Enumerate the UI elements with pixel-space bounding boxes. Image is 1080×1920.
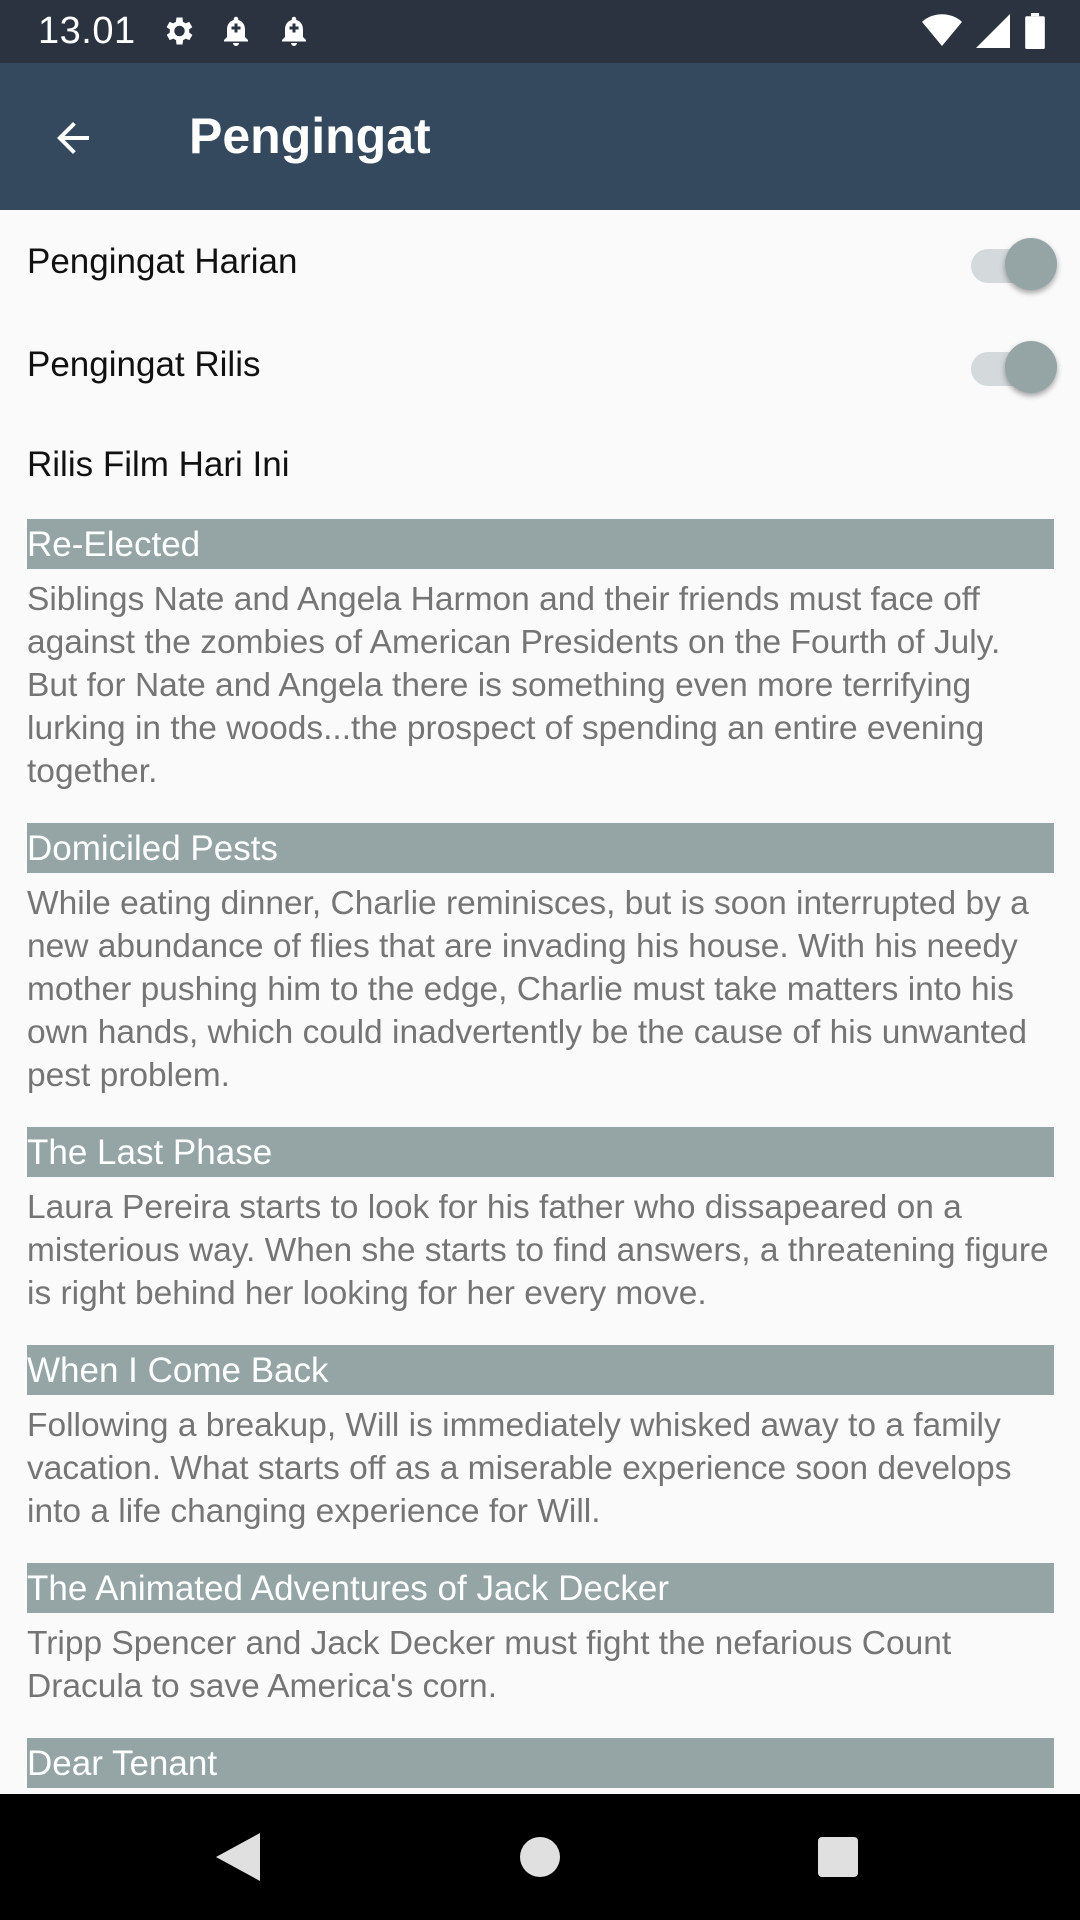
notification-bell-icon (282, 16, 306, 46)
movie-title: Domiciled Pests (27, 823, 1054, 873)
movie-overview: Tripp Spencer and Jack Decker must fight… (27, 1625, 952, 1705)
nav-back-button[interactable] (208, 1827, 268, 1887)
switch-thumb (1005, 238, 1057, 290)
daily-reminder-switch[interactable] (967, 232, 1057, 292)
status-notification-icons (160, 13, 312, 49)
signal-icon (976, 14, 1010, 48)
movie-title: Re-Elected (27, 519, 1054, 569)
section-heading: Rilis Film Hari Ini (27, 445, 290, 484)
release-reminder-label: Pengingat Rilis (27, 345, 261, 384)
movie-title: Dear Tenant (27, 1738, 1054, 1788)
list-item[interactable]: When I Come Back Following a breakup, Wi… (27, 1345, 1054, 1533)
movie-title: When I Come Back (27, 1345, 1054, 1395)
battery-icon (1025, 13, 1045, 49)
list-item[interactable]: Domiciled Pests While eating dinner, Cha… (27, 823, 1054, 1097)
switch-thumb (1005, 341, 1057, 393)
daily-reminder-label: Pengingat Harian (27, 242, 298, 281)
app-bar: Pengingat (0, 63, 1080, 210)
movie-overview: Laura Pereira starts to look for his fat… (27, 1189, 1049, 1312)
recents-square-icon (818, 1837, 858, 1877)
daily-reminder-row: Pengingat Harian (27, 222, 1057, 302)
movie-title: The Animated Adventures of Jack Decker (27, 1563, 1054, 1613)
status-system-icons (922, 13, 1046, 49)
movie-overview: While eating dinner, Charlie reminisces,… (27, 885, 1029, 1094)
gear-icon (166, 17, 193, 45)
notification-bell-icon (224, 16, 248, 46)
settings-content[interactable]: Pengingat Harian Pengingat Rilis Rilis F… (0, 210, 1080, 1794)
status-bar: 13.01 (0, 0, 1080, 63)
release-reminder-row: Pengingat Rilis (27, 325, 1057, 405)
release-reminder-switch[interactable] (967, 335, 1057, 395)
page-title: Pengingat (189, 108, 431, 164)
wifi-icon (922, 14, 962, 47)
movie-overview: Siblings Nate and Angela Harmon and thei… (27, 581, 1001, 790)
home-circle-icon (520, 1837, 560, 1877)
status-time: 13.01 (38, 10, 136, 52)
movie-list: Re-Elected Siblings Nate and Angela Harm… (27, 519, 1054, 1794)
nav-recents-button[interactable] (808, 1827, 868, 1887)
list-item[interactable]: The Animated Adventures of Jack Decker T… (27, 1563, 1054, 1708)
movie-overview: Following a breakup, Will is immediately… (27, 1407, 1012, 1530)
back-triangle-icon (216, 1833, 260, 1881)
nav-home-button[interactable] (510, 1827, 570, 1887)
list-item[interactable]: Re-Elected Siblings Nate and Angela Harm… (27, 519, 1054, 793)
back-button[interactable] (38, 103, 108, 173)
list-item[interactable]: Dear Tenant (27, 1738, 1054, 1788)
movie-title: The Last Phase (27, 1127, 1054, 1177)
system-nav-bar (0, 1794, 1080, 1920)
arrow-back-icon (57, 122, 89, 154)
list-item[interactable]: The Last Phase Laura Pereira starts to l… (27, 1127, 1054, 1315)
